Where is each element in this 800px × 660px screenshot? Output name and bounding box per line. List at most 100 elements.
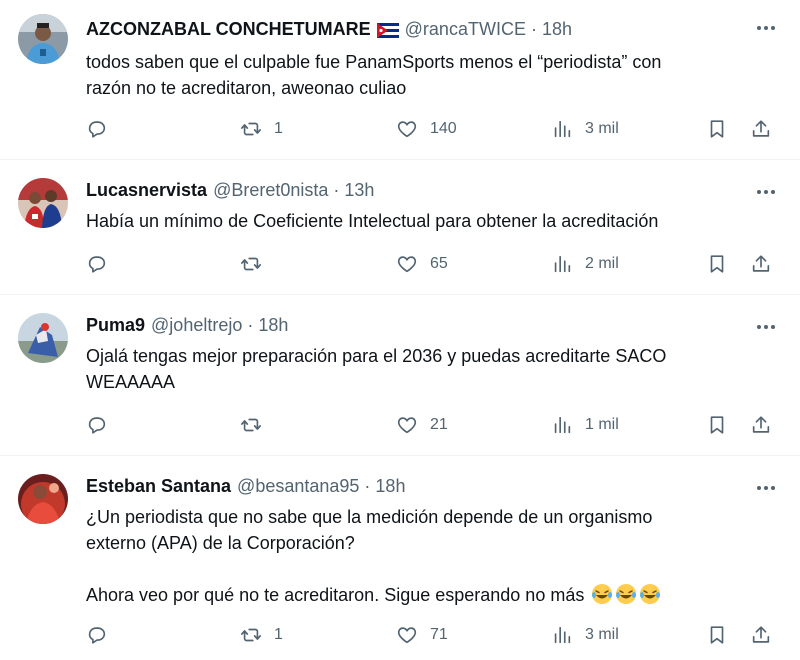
like-count: 71 [430, 626, 448, 643]
share-button[interactable] [750, 250, 772, 278]
separator-dot: · [364, 475, 371, 496]
tweet-text: todos saben que el culpable fue PanamSpo… [86, 49, 780, 101]
repost-button[interactable]: 1 [240, 115, 283, 143]
timestamp[interactable]: 13h [344, 180, 374, 201]
views-button[interactable]: 1 mil [551, 411, 619, 439]
handle[interactable]: @Breret0nista [213, 180, 328, 201]
like-button[interactable]: 71 [396, 621, 448, 649]
tweet[interactable]: Lucasnervista @Breret0nista · 13h Había … [0, 160, 800, 295]
bookmark-button[interactable] [706, 250, 728, 278]
reply-button[interactable] [86, 411, 120, 439]
like-button[interactable]: 65 [396, 250, 448, 278]
tweet-header: Esteban Santana @besantana95 · 18h [86, 474, 780, 498]
separator-dot: · [333, 179, 340, 200]
repost-button[interactable]: 1 [240, 621, 283, 649]
handle[interactable]: @besantana95 [237, 476, 359, 497]
repost-icon [241, 122, 261, 136]
views-button[interactable]: 3 mil [551, 621, 619, 649]
timestamp[interactable]: 18h [258, 315, 288, 336]
bookmark-button[interactable] [706, 621, 728, 649]
tweet[interactable]: AZCONZABAL CONCHETUMARE @rancaTWICE · 18… [0, 0, 800, 160]
view-count: 1 mil [585, 416, 619, 433]
tweet-text-line: Había un mínimo de Coeficiente Intelectu… [86, 211, 659, 231]
share-button[interactable] [750, 115, 772, 143]
like-button[interactable]: 21 [396, 411, 448, 439]
more-icon[interactable] [754, 16, 778, 40]
tweet-header: Lucasnervista @Breret0nista · 13h [86, 178, 780, 202]
tweet-text-line: WEAAAAA [86, 372, 176, 392]
more-icon[interactable] [754, 476, 778, 500]
display-name[interactable]: Esteban Santana [86, 476, 231, 497]
view-count: 3 mil [585, 626, 619, 643]
repost-button[interactable] [240, 250, 274, 278]
reply-button[interactable] [86, 115, 120, 143]
bookmark-icon [710, 416, 724, 434]
share-button[interactable] [750, 411, 772, 439]
views-button[interactable]: 2 mil [551, 250, 619, 278]
timestamp[interactable]: 18h [542, 19, 572, 40]
tweet-text-line: razón no te acreditaron, aweonao culiao [86, 78, 407, 98]
bookmark-icon [710, 255, 724, 273]
reply-icon [88, 627, 106, 644]
tweet-text: ¿Un periodista que no sabe que la medici… [86, 504, 780, 608]
repost-button[interactable] [240, 411, 274, 439]
views-icon [554, 626, 571, 644]
view-count: 3 mil [585, 120, 619, 137]
repost-icon [241, 418, 261, 432]
reply-icon [88, 121, 106, 138]
share-icon [752, 255, 770, 272]
share-icon [752, 626, 770, 643]
display-name[interactable]: Lucasnervista [86, 180, 207, 201]
action-bar: 1 140 3 mil [86, 115, 782, 143]
tweet[interactable]: Puma9 @joheltrejo · 18h Ojalá tengas mej… [0, 295, 800, 456]
action-bar: 65 2 mil [86, 250, 782, 278]
tweet-header: AZCONZABAL CONCHETUMARE @rancaTWICE · 18… [86, 17, 780, 41]
tweet-text-line: externo (APA) de la Corporación? [86, 533, 355, 553]
separator-dot: · [530, 18, 537, 39]
laughing-tears-emoji [615, 583, 637, 605]
bookmark-icon [710, 120, 724, 138]
repost-icon [241, 628, 261, 642]
bookmark-button[interactable] [706, 115, 728, 143]
tweet[interactable]: Esteban Santana @besantana95 · 18h ¿Un p… [0, 456, 800, 660]
share-icon [752, 416, 770, 433]
avatar[interactable] [18, 178, 68, 228]
bookmark-icon [710, 626, 724, 644]
like-button[interactable]: 140 [396, 115, 457, 143]
tweet-text-line: ¿Un periodista que no sabe que la medici… [86, 507, 653, 527]
timestamp[interactable]: 18h [375, 476, 405, 497]
views-icon [554, 120, 571, 138]
heart-icon [397, 256, 417, 273]
display-name[interactable]: AZCONZABAL CONCHETUMARE [86, 19, 371, 40]
views-icon [554, 416, 571, 434]
tweet-text-blank-line [86, 556, 780, 582]
reply-button[interactable] [86, 250, 120, 278]
reply-icon [88, 256, 106, 273]
more-icon[interactable] [754, 180, 778, 204]
avatar[interactable] [18, 474, 68, 524]
views-button[interactable]: 3 mil [551, 115, 619, 143]
share-icon [752, 120, 770, 137]
cuba-flag-icon [376, 22, 399, 38]
reply-button[interactable] [86, 621, 120, 649]
tweet-text-line: todos saben que el culpable fue PanamSpo… [86, 52, 662, 72]
bookmark-button[interactable] [706, 411, 728, 439]
repost-icon [241, 257, 261, 271]
more-icon[interactable] [754, 315, 778, 339]
tweet-text-line: Ojalá tengas mejor preparación para el 2… [86, 346, 667, 366]
avatar[interactable] [18, 14, 68, 64]
handle[interactable]: @joheltrejo [151, 315, 242, 336]
action-bar: 21 1 mil [86, 411, 782, 439]
views-icon [554, 255, 571, 273]
laughing-tears-emoji [591, 583, 613, 605]
tweet-text: Ojalá tengas mejor preparación para el 2… [86, 343, 780, 395]
tweet-text-line: Ahora veo por qué no te acreditaron. Sig… [86, 585, 585, 605]
share-button[interactable] [750, 621, 772, 649]
reply-icon [88, 417, 106, 434]
handle[interactable]: @rancaTWICE [405, 19, 526, 40]
avatar[interactable] [18, 313, 68, 363]
heart-icon [397, 627, 417, 644]
like-count: 140 [430, 120, 457, 137]
heart-icon [397, 121, 417, 138]
display-name[interactable]: Puma9 [86, 315, 145, 336]
